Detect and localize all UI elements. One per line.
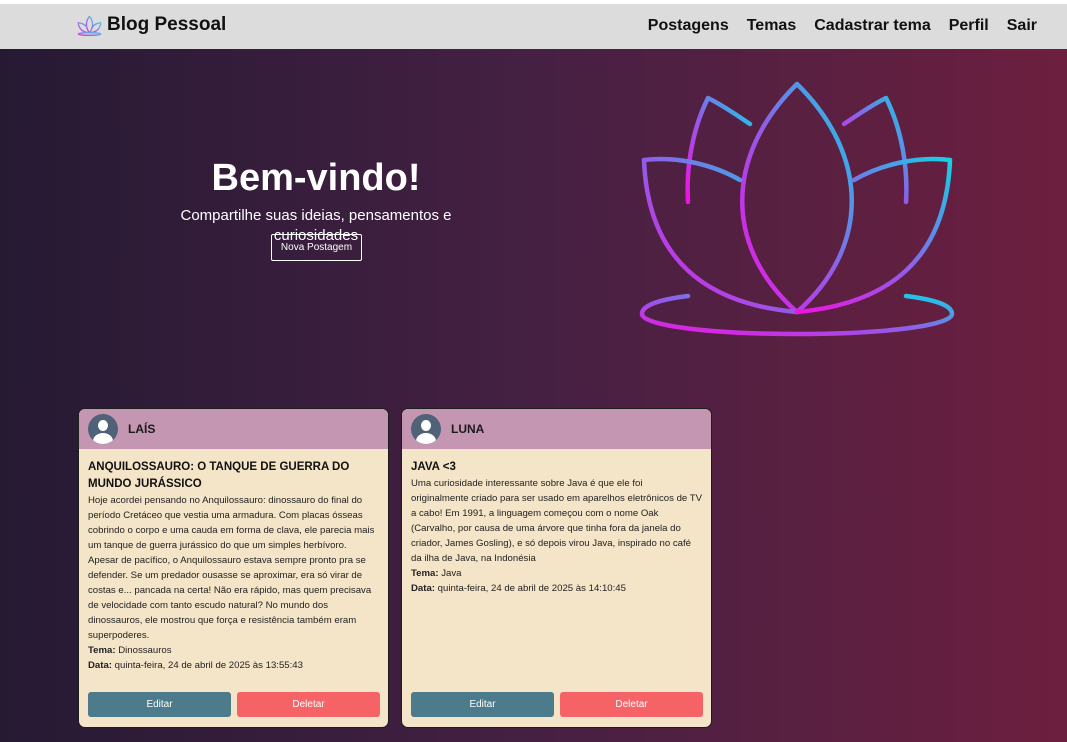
card-body: JAVA <3 Uma curiosidade interessante sob… (402, 449, 711, 596)
theme-value: Java (441, 568, 462, 579)
post-date: Data: quinta-feira, 24 de abril de 2025 … (411, 581, 702, 596)
post-card: LUNA JAVA <3 Uma curiosidade interessant… (401, 408, 712, 728)
theme-label: Tema: (411, 568, 439, 579)
nav-cadastrar-tema[interactable]: Cadastrar tema (814, 17, 931, 35)
avatar (88, 414, 118, 444)
card-header: LUNA (402, 409, 711, 449)
card-body: ANQUILOSSAURO: O TANQUE DE GUERRA DO MUN… (79, 449, 388, 673)
post-theme: Tema: Java (411, 566, 702, 581)
new-post-button[interactable]: Nova Postagem (271, 234, 362, 261)
card-actions: Editar Deletar (88, 692, 380, 717)
date-label: Data: (411, 583, 435, 594)
brand-name: Blog Pessoal (107, 14, 227, 35)
nav-sair[interactable]: Sair (1007, 17, 1037, 35)
nav-temas[interactable]: Temas (747, 17, 797, 35)
post-author: LUNA (451, 422, 485, 436)
date-value: quinta-feira, 24 de abril de 2025 às 13:… (114, 660, 303, 671)
nav-postagens[interactable]: Postagens (648, 17, 729, 35)
hero-title: Bem-vindo! (211, 157, 421, 199)
lotus-illustration (639, 81, 955, 337)
nav-perfil[interactable]: Perfil (949, 17, 989, 35)
post-title: JAVA <3 (411, 461, 456, 473)
card-header: LAÍS (79, 409, 388, 449)
nav-links: Postagens Temas Cadastrar tema Perfil Sa… (648, 17, 1037, 35)
date-label: Data: (88, 660, 112, 671)
avatar (411, 414, 441, 444)
card-actions: Editar Deletar (411, 692, 703, 717)
post-title: ANQUILOSSAURO: O TANQUE DE GUERRA DO MUN… (88, 461, 350, 490)
post-card: LAÍS ANQUILOSSAURO: O TANQUE DE GUERRA D… (78, 408, 389, 728)
post-author: LAÍS (128, 422, 156, 436)
delete-button[interactable]: Deletar (237, 692, 380, 717)
theme-label: Tema: (88, 645, 116, 656)
brand[interactable]: Blog Pessoal (76, 13, 226, 37)
navbar: Blog Pessoal Postagens Temas Cadastrar t… (0, 4, 1067, 49)
edit-button[interactable]: Editar (411, 692, 554, 717)
edit-button[interactable]: Editar (88, 692, 231, 717)
post-text: Hoje acordei pensando no Anquilossauro: … (88, 495, 375, 641)
post-date: Data: quinta-feira, 24 de abril de 2025 … (88, 658, 379, 673)
post-theme: Tema: Dinossauros (88, 643, 379, 658)
delete-button[interactable]: Deletar (560, 692, 703, 717)
date-value: quinta-feira, 24 de abril de 2025 às 14:… (437, 583, 626, 594)
post-text: Uma curiosidade interessante sobre Java … (411, 478, 702, 564)
theme-value: Dinossauros (118, 645, 172, 656)
lotus-icon (77, 15, 102, 37)
hero: Bem-vindo! Compartilhe suas ideias, pens… (140, 150, 492, 246)
